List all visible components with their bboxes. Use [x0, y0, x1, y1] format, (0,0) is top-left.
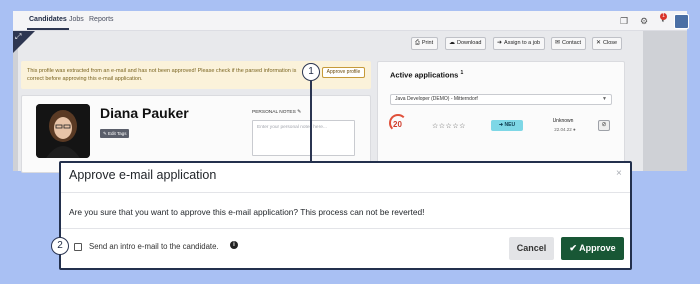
arrow-icon: ➜ — [497, 40, 503, 46]
tab-candidates[interactable]: Candidates — [27, 16, 69, 30]
divider — [61, 228, 630, 229]
cancel-button[interactable]: Cancel — [509, 237, 554, 260]
contact-button[interactable]: ✉ Contact — [551, 37, 586, 50]
close-button[interactable]: ✕ Close — [592, 37, 623, 50]
info-icon[interactable]: i — [230, 241, 238, 249]
application-stage: Unknown — [552, 118, 574, 124]
gear-icon[interactable]: ⚙ — [638, 15, 650, 27]
intro-email-label[interactable]: Send an intro e-mail to the candidate. — [89, 242, 219, 251]
application-date: 22.04.22 ● — [554, 127, 576, 132]
close-icon: ✕ — [596, 40, 602, 46]
application-select[interactable]: Java Developer (DEMO) - Mitterndorf ▼ — [390, 94, 612, 105]
avatar[interactable] — [674, 14, 689, 29]
mail-icon: ✉ — [555, 40, 561, 46]
divider — [61, 192, 630, 193]
expand-icon[interactable]: ⤢ — [15, 32, 25, 42]
intro-email-checkbox[interactable] — [74, 243, 82, 251]
personal-notes-input[interactable]: Enter your personal notes here... — [252, 120, 355, 156]
candidate-photo — [36, 104, 90, 158]
info-icon: ● — [573, 127, 576, 132]
approve-button[interactable]: ✔ Approve — [561, 237, 624, 260]
close-icon[interactable]: × — [616, 168, 622, 179]
chevron-down-icon: ▼ — [602, 96, 607, 102]
copy-icon[interactable]: ❐ — [618, 15, 630, 27]
status-badge[interactable]: ➜ NEU — [491, 120, 523, 131]
edit-tags-button[interactable]: ✎ Edit Tags — [100, 129, 130, 138]
edit-icon[interactable]: ✎ — [297, 110, 301, 115]
assign-to-job-button[interactable]: ➜ Assign to a job — [493, 37, 546, 50]
match-score: 20 — [393, 120, 402, 129]
callout-1: 1 — [302, 63, 320, 81]
check-icon: ✔ — [569, 243, 577, 253]
print-icon: ⎙ — [415, 40, 420, 46]
top-nav: Candidates Jobs Reports ❐ ⚙ ◔ 1 — [13, 11, 689, 31]
print-button[interactable]: ⎙ Print — [411, 37, 439, 50]
tab-jobs[interactable]: Jobs — [69, 16, 84, 23]
approve-profile-button[interactable]: Approve profile — [322, 67, 365, 78]
application-action-button[interactable]: ⊘ — [598, 120, 610, 131]
candidate-name: Diana Pauker — [100, 105, 189, 121]
personal-notes-label: PERSONAL NOTES ✎ — [252, 110, 302, 115]
tab-reports[interactable]: Reports — [89, 16, 114, 23]
callout-line — [310, 81, 312, 161]
download-icon: ☁ — [449, 40, 455, 46]
warning-text: This profile was extracted from an e-mai… — [27, 68, 297, 82]
modal-title: Approve e-mail application — [69, 168, 217, 182]
active-applications-title: Active applications 1 — [390, 70, 464, 80]
rating-stars[interactable]: ☆☆☆☆☆ — [432, 122, 466, 130]
modal-message: Are you sure that you want to approve th… — [69, 207, 425, 217]
callout-2: 2 — [51, 237, 69, 255]
notification-badge: 1 — [660, 13, 667, 20]
download-button[interactable]: ☁ Download — [445, 37, 487, 50]
